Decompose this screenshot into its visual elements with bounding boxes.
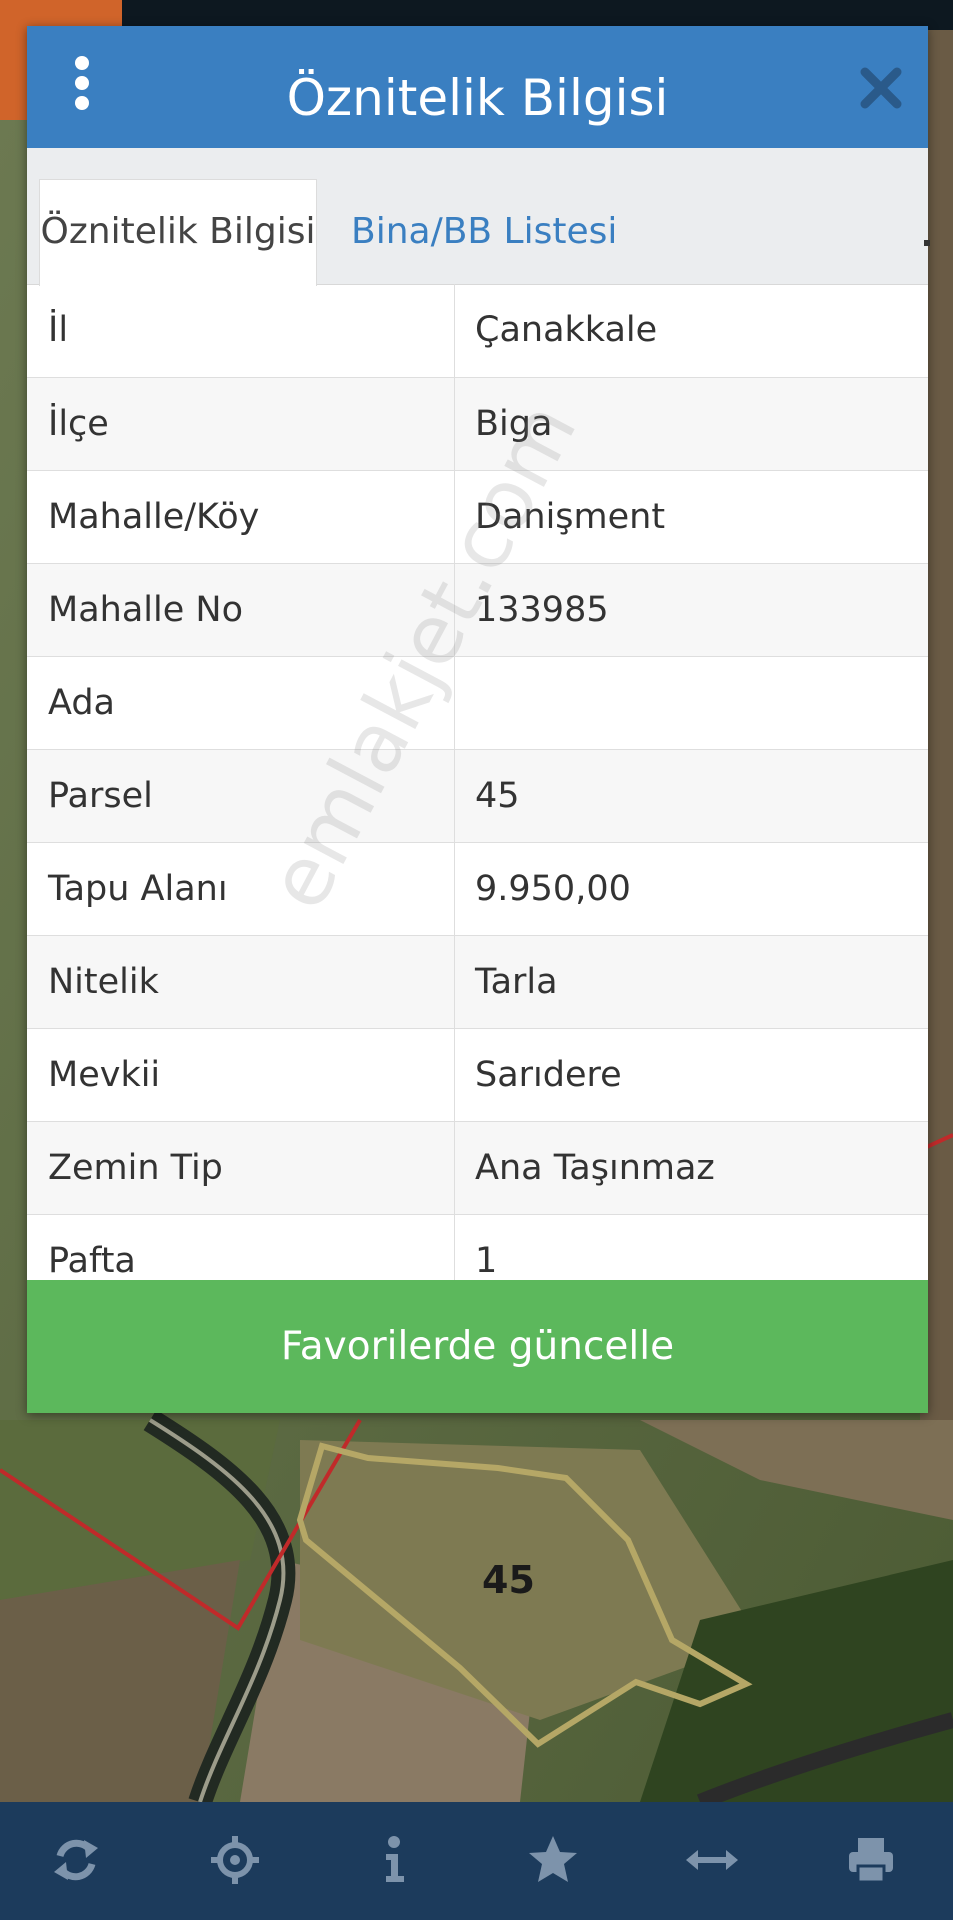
table-row: İlçe Biga — [27, 377, 928, 471]
attribute-value: 9.950,00 — [454, 842, 928, 936]
close-icon[interactable] — [857, 64, 905, 112]
tab-building-list[interactable]: Bina/BB Listesi — [329, 180, 639, 284]
attribute-label: Zemin Tip — [27, 1121, 455, 1215]
dialog-header: Öznitelik Bilgisi — [27, 26, 928, 148]
attribute-value: Çanakkale — [454, 284, 928, 378]
tab-attribute-info[interactable]: Öznitelik Bilgisi — [39, 179, 317, 286]
attribute-value: 133985 — [454, 563, 928, 657]
attribute-value: Tarla — [454, 935, 928, 1029]
attribute-table: İl Çanakkale İlçe Biga Mahalle/Köy Daniş… — [27, 284, 928, 1308]
attribute-label: İlçe — [27, 377, 455, 471]
more-options-icon[interactable] — [67, 56, 97, 114]
table-row: Ada — [27, 656, 928, 750]
refresh-icon[interactable] — [46, 1830, 106, 1890]
parcel-number-label: 45 — [482, 1558, 535, 1602]
table-row: Mahalle/Köy Danişment — [27, 470, 928, 564]
attribute-label: Mevkii — [27, 1028, 455, 1122]
attribute-label: İl — [27, 284, 455, 378]
table-row: İl Çanakkale — [27, 284, 928, 378]
attribute-label: Mahalle No — [27, 563, 455, 657]
star-icon[interactable] — [523, 1830, 583, 1890]
table-row: Tapu Alanı 9.950,00 — [27, 842, 928, 936]
attribute-label: Parsel — [27, 749, 455, 843]
attribute-value: Sarıdere — [454, 1028, 928, 1122]
attribute-label: Nitelik — [27, 935, 455, 1029]
attribute-label: Mahalle/Köy — [27, 470, 455, 564]
dialog-title: Öznitelik Bilgisi — [286, 69, 669, 127]
attribute-label: Tapu Alanı — [27, 842, 455, 936]
locate-icon[interactable] — [205, 1830, 265, 1890]
tab-bar: Öznitelik Bilgisi Bina/BB Listesi — [27, 148, 930, 286]
attribute-label: Ada — [27, 656, 455, 750]
tab-scroll-indicator — [924, 240, 930, 246]
attribute-value — [454, 656, 928, 750]
table-row: Mevkii Sarıdere — [27, 1028, 928, 1122]
table-row: Zemin Tip Ana Taşınmaz — [27, 1121, 928, 1215]
table-row: Nitelik Tarla — [27, 935, 928, 1029]
attribute-value: Danişment — [454, 470, 928, 564]
print-icon[interactable] — [841, 1830, 901, 1890]
update-favorites-button[interactable]: Favorilerde güncelle — [27, 1280, 928, 1413]
attribute-value: Ana Taşınmaz — [454, 1121, 928, 1215]
attribute-info-dialog: Öznitelik Bilgisi Öznitelik Bilgisi Bina… — [27, 26, 930, 1413]
table-row: Mahalle No 133985 — [27, 563, 928, 657]
bottom-toolbar — [0, 1802, 953, 1920]
attribute-value: 45 — [454, 749, 928, 843]
measure-icon[interactable] — [682, 1830, 742, 1890]
info-icon[interactable] — [364, 1830, 424, 1890]
table-row: Parsel 45 — [27, 749, 928, 843]
attribute-value: Biga — [454, 377, 928, 471]
